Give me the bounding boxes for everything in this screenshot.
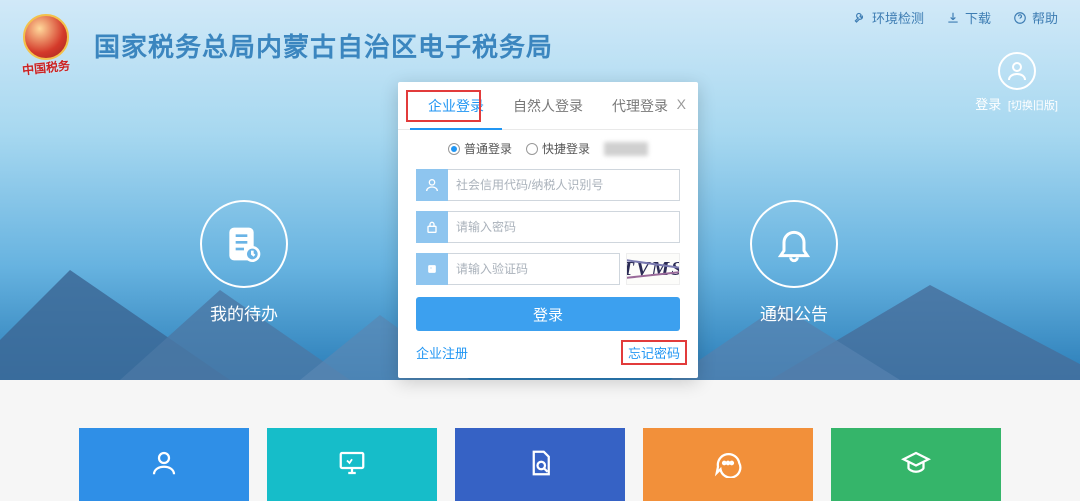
- env-check-link[interactable]: 环境检测: [853, 8, 924, 27]
- captcha-row: TVMS: [416, 253, 680, 285]
- chat-icon: [713, 448, 743, 478]
- feature-todo-circle: [200, 200, 288, 288]
- field-taxpayer-id: [416, 169, 680, 201]
- taxpayer-id-input[interactable]: [448, 169, 680, 201]
- login-type-row: 普通登录 快捷登录: [398, 130, 698, 169]
- tab-agent[interactable]: 代理登录: [594, 82, 686, 129]
- site-header: 中国税务 国家税务总局内蒙古自治区电子税务局 环境检测 下载 帮助: [0, 0, 1080, 90]
- enterprise-register-link[interactable]: 企业注册: [416, 343, 468, 362]
- help-icon: [1013, 11, 1027, 25]
- avatar-circle: [998, 52, 1036, 90]
- radio-dot-checked: [448, 143, 460, 155]
- tile-2[interactable]: [267, 428, 437, 501]
- utility-links: 环境检测 下载 帮助: [853, 8, 1058, 27]
- env-check-label: 环境检测: [872, 8, 924, 27]
- captcha-input[interactable]: [448, 253, 620, 285]
- header-login-label[interactable]: 登录: [975, 97, 1001, 112]
- switch-old-version[interactable]: [切换旧版]: [1008, 100, 1058, 112]
- login-modal: 企业登录 自然人登录 代理登录 X 普通登录 快捷登录: [398, 82, 698, 378]
- help-link[interactable]: 帮助: [1013, 8, 1058, 27]
- login-submit-button[interactable]: 登录: [416, 297, 680, 331]
- shield-icon: [416, 253, 448, 285]
- wrench-icon: [853, 11, 867, 25]
- feature-todo[interactable]: 我的待办: [200, 200, 288, 325]
- tile-5[interactable]: [831, 428, 1001, 501]
- captcha-image[interactable]: TVMS: [626, 253, 680, 285]
- doc-search-icon: [525, 448, 555, 478]
- radio-quick-login[interactable]: 快捷登录: [526, 140, 590, 157]
- site-title: 国家税务总局内蒙古自治区电子税务局: [94, 27, 553, 64]
- tile-1[interactable]: [79, 428, 249, 501]
- radio-normal-login[interactable]: 普通登录: [448, 140, 512, 157]
- radio-dot-unchecked: [526, 143, 538, 155]
- forgot-password-link[interactable]: 忘记密码: [621, 340, 687, 365]
- service-tiles: [0, 428, 1080, 501]
- modal-close-button[interactable]: X: [677, 96, 686, 112]
- password-input[interactable]: [448, 211, 680, 243]
- help-label: 帮助: [1032, 8, 1058, 27]
- download-label: 下载: [965, 8, 991, 27]
- login-tabs: 企业登录 自然人登录 代理登录 X: [398, 82, 698, 130]
- tax-emblem: 中国税务: [18, 14, 74, 70]
- tab-enterprise[interactable]: 企业登录: [410, 82, 502, 130]
- modal-footer: 企业注册 忘记密码: [398, 331, 698, 362]
- clipboard-clock-icon: [224, 224, 264, 264]
- radio-quick-label: 快捷登录: [542, 140, 590, 157]
- field-password: [416, 211, 680, 243]
- tab-natural-person[interactable]: 自然人登录: [502, 82, 594, 129]
- tile-4[interactable]: [643, 428, 813, 501]
- download-icon: [946, 11, 960, 25]
- grad-cap-icon: [901, 448, 931, 478]
- radio-normal-label: 普通登录: [464, 140, 512, 157]
- person-icon: [1005, 59, 1029, 83]
- lock-icon: [416, 211, 448, 243]
- feature-todo-label: 我的待办: [200, 300, 288, 325]
- feature-notice[interactable]: 通知公告: [750, 200, 838, 325]
- user-icon: [416, 169, 448, 201]
- person-icon: [149, 448, 179, 478]
- login-form: TVMS 登录: [398, 169, 698, 331]
- tile-3[interactable]: [455, 428, 625, 501]
- blurred-content: [604, 142, 648, 156]
- download-link[interactable]: 下载: [946, 8, 991, 27]
- header-login-block[interactable]: 登录 [切换旧版]: [975, 52, 1058, 114]
- bell-icon: [774, 224, 814, 264]
- field-captcha: [416, 253, 620, 285]
- feature-notice-label: 通知公告: [750, 300, 838, 325]
- monitor-icon: [337, 448, 367, 478]
- feature-notice-circle: [750, 200, 838, 288]
